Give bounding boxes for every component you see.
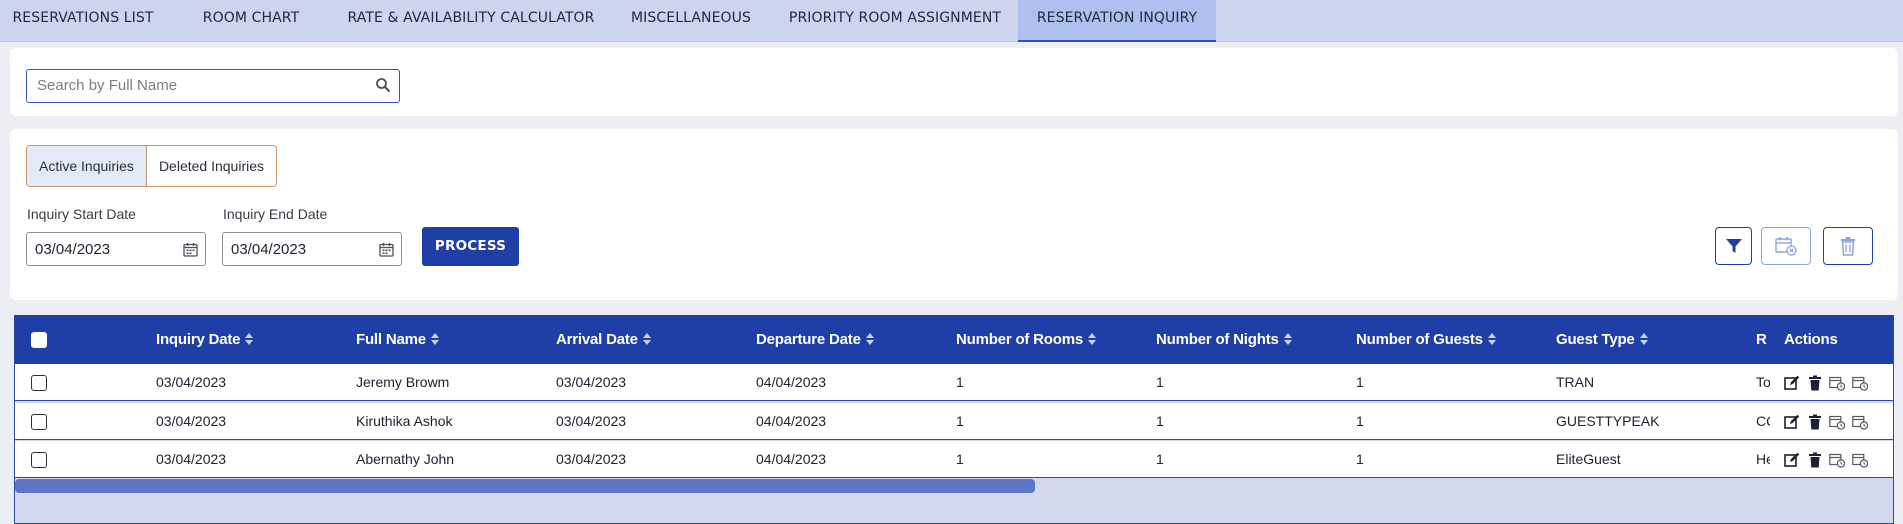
calendar-plus-icon[interactable] xyxy=(1852,375,1868,391)
row-checkbox[interactable] xyxy=(31,452,47,468)
sort-icon xyxy=(642,333,651,345)
calendar-clock-icon[interactable] xyxy=(1829,375,1845,391)
calendar-plus-icon[interactable] xyxy=(1852,452,1868,468)
column-header-number-of-guests[interactable]: Number of Guests xyxy=(1356,315,1496,364)
cell-inquiry-date: 03/04/2023 xyxy=(156,451,227,467)
cell-rooms: 1 xyxy=(956,412,964,429)
trash-icon xyxy=(1841,237,1855,256)
sort-icon xyxy=(430,333,439,345)
search-input[interactable] xyxy=(37,70,367,100)
cell-inquiry-date: 03/04/2023 xyxy=(156,374,227,390)
trash-icon[interactable] xyxy=(1807,414,1823,430)
calendar-icon[interactable] xyxy=(379,242,394,257)
search-field xyxy=(26,69,400,103)
filter-card: Active Inquiries Deleted Inquiries Inqui… xyxy=(10,129,1898,300)
cell-truncated: CC xyxy=(1756,412,1770,429)
cell-full-name: Abernathy John xyxy=(356,451,455,467)
cell-guests: 1 xyxy=(1356,412,1364,429)
calendar-plus-icon[interactable] xyxy=(1852,414,1868,430)
cell-guest-type: EliteGuest xyxy=(1556,451,1621,467)
segment-active-inquiries[interactable]: Active Inquiries xyxy=(27,146,147,186)
tab-reservation-inquiry[interactable]: RESERVATION INQUIRY xyxy=(1018,0,1216,42)
select-all-checkbox[interactable] xyxy=(31,332,47,348)
start-date-label: Inquiry Start Date xyxy=(27,206,136,222)
filter-button[interactable] xyxy=(1715,227,1752,265)
inquiry-status-toggle: Active Inquiries Deleted Inquiries xyxy=(26,145,277,187)
trash-icon[interactable] xyxy=(1807,375,1823,391)
column-header-departure-date[interactable]: Departure Date xyxy=(756,315,874,364)
cell-full-name: Jeremy Browm xyxy=(356,374,450,390)
cell-departure-date: 04/04/2023 xyxy=(756,412,827,429)
cell-nights: 1 xyxy=(1156,412,1164,429)
edit-icon[interactable] xyxy=(1784,375,1800,391)
column-header-actions: Actions xyxy=(1784,331,1838,348)
cell-rooms: 1 xyxy=(956,451,964,467)
cell-guests: 1 xyxy=(1356,374,1364,390)
cell-nights: 1 xyxy=(1156,451,1164,467)
inquiry-table: Inquiry Date Full Name Arrival Date Depa… xyxy=(14,315,1894,524)
end-date-label: Inquiry End Date xyxy=(223,206,328,222)
search-card xyxy=(10,48,1898,116)
sort-icon xyxy=(865,333,874,345)
cell-guests: 1 xyxy=(1356,451,1364,467)
column-header-number-of-nights[interactable]: Number of Nights xyxy=(1156,315,1292,364)
edit-icon[interactable] xyxy=(1784,452,1800,468)
sort-icon xyxy=(1487,333,1496,345)
start-date-value: 03/04/2023 xyxy=(35,241,111,258)
cell-departure-date: 04/04/2023 xyxy=(756,451,827,467)
horizontal-scrollbar[interactable] xyxy=(15,479,1035,493)
cell-arrival-date: 03/04/2023 xyxy=(556,451,627,467)
cell-arrival-date: 03/04/2023 xyxy=(556,412,627,429)
table-row[interactable]: 03/04/2023 Kiruthika Ashok 03/04/2023 04… xyxy=(15,402,1893,440)
column-header-arrival-date[interactable]: Arrival Date xyxy=(556,315,651,364)
tab-reservations-list[interactable]: RESERVATIONS LIST xyxy=(0,0,166,42)
calendar-icon[interactable] xyxy=(183,242,198,257)
sort-icon xyxy=(1639,333,1648,345)
sort-icon xyxy=(1088,333,1097,345)
column-header-guest-type[interactable]: Guest Type xyxy=(1556,315,1648,364)
segment-deleted-inquiries[interactable]: Deleted Inquiries xyxy=(147,146,276,186)
tab-room-chart[interactable]: ROOM CHART xyxy=(178,0,324,42)
trash-icon[interactable] xyxy=(1807,452,1823,468)
search-icon[interactable] xyxy=(375,77,391,93)
column-header-inquiry-date[interactable]: Inquiry Date xyxy=(156,315,254,364)
process-button[interactable]: PROCESS xyxy=(422,227,519,266)
column-header-full-name[interactable]: Full Name xyxy=(356,315,439,364)
table-header: Inquiry Date Full Name Arrival Date Depa… xyxy=(15,315,1893,364)
cell-inquiry-date: 03/04/2023 xyxy=(156,412,227,429)
top-nav: RESERVATIONS LIST ROOM CHART RATE & AVAI… xyxy=(0,0,1903,42)
cell-rooms: 1 xyxy=(956,374,964,390)
tab-rate-availability-calculator[interactable]: RATE & AVAILABILITY CALCULATOR xyxy=(338,0,604,42)
start-date-field[interactable]: 03/04/2023 xyxy=(26,232,206,266)
calendar-x-icon xyxy=(1775,237,1797,256)
end-date-value: 03/04/2023 xyxy=(231,241,307,258)
table-row[interactable]: 03/04/2023 Abernathy John 03/04/2023 04/… xyxy=(15,441,1893,478)
table-row[interactable]: 03/04/2023 Jeremy Browm 03/04/2023 04/04… xyxy=(15,364,1893,401)
cell-truncated: To xyxy=(1756,374,1770,390)
column-header-number-of-rooms[interactable]: Number of Rooms xyxy=(956,315,1097,364)
end-date-field[interactable]: 03/04/2023 xyxy=(222,232,402,266)
calendar-clock-icon[interactable] xyxy=(1829,452,1845,468)
row-checkbox[interactable] xyxy=(31,413,47,430)
cell-guest-type: GUESTTYPEAK xyxy=(1556,412,1660,429)
delete-calendar-button[interactable] xyxy=(1761,227,1811,265)
tab-miscellaneous[interactable]: MISCELLANEOUS xyxy=(616,0,766,42)
column-header-truncated[interactable]: R xyxy=(1756,315,1768,364)
sort-icon xyxy=(245,333,254,345)
cell-guest-type: TRAN xyxy=(1556,374,1595,390)
cell-arrival-date: 03/04/2023 xyxy=(556,374,627,390)
edit-icon[interactable] xyxy=(1784,414,1800,430)
delete-button[interactable] xyxy=(1823,227,1873,265)
sort-icon xyxy=(1283,333,1292,345)
cell-nights: 1 xyxy=(1156,374,1164,390)
cell-truncated: He xyxy=(1756,451,1770,467)
row-checkbox[interactable] xyxy=(31,375,47,391)
cell-departure-date: 04/04/2023 xyxy=(756,374,827,390)
filter-icon xyxy=(1725,239,1742,253)
calendar-clock-icon[interactable] xyxy=(1829,414,1845,430)
tab-priority-room-assignment[interactable]: PRIORITY ROOM ASSIGNMENT xyxy=(778,0,1012,42)
cell-full-name: Kiruthika Ashok xyxy=(356,412,453,429)
